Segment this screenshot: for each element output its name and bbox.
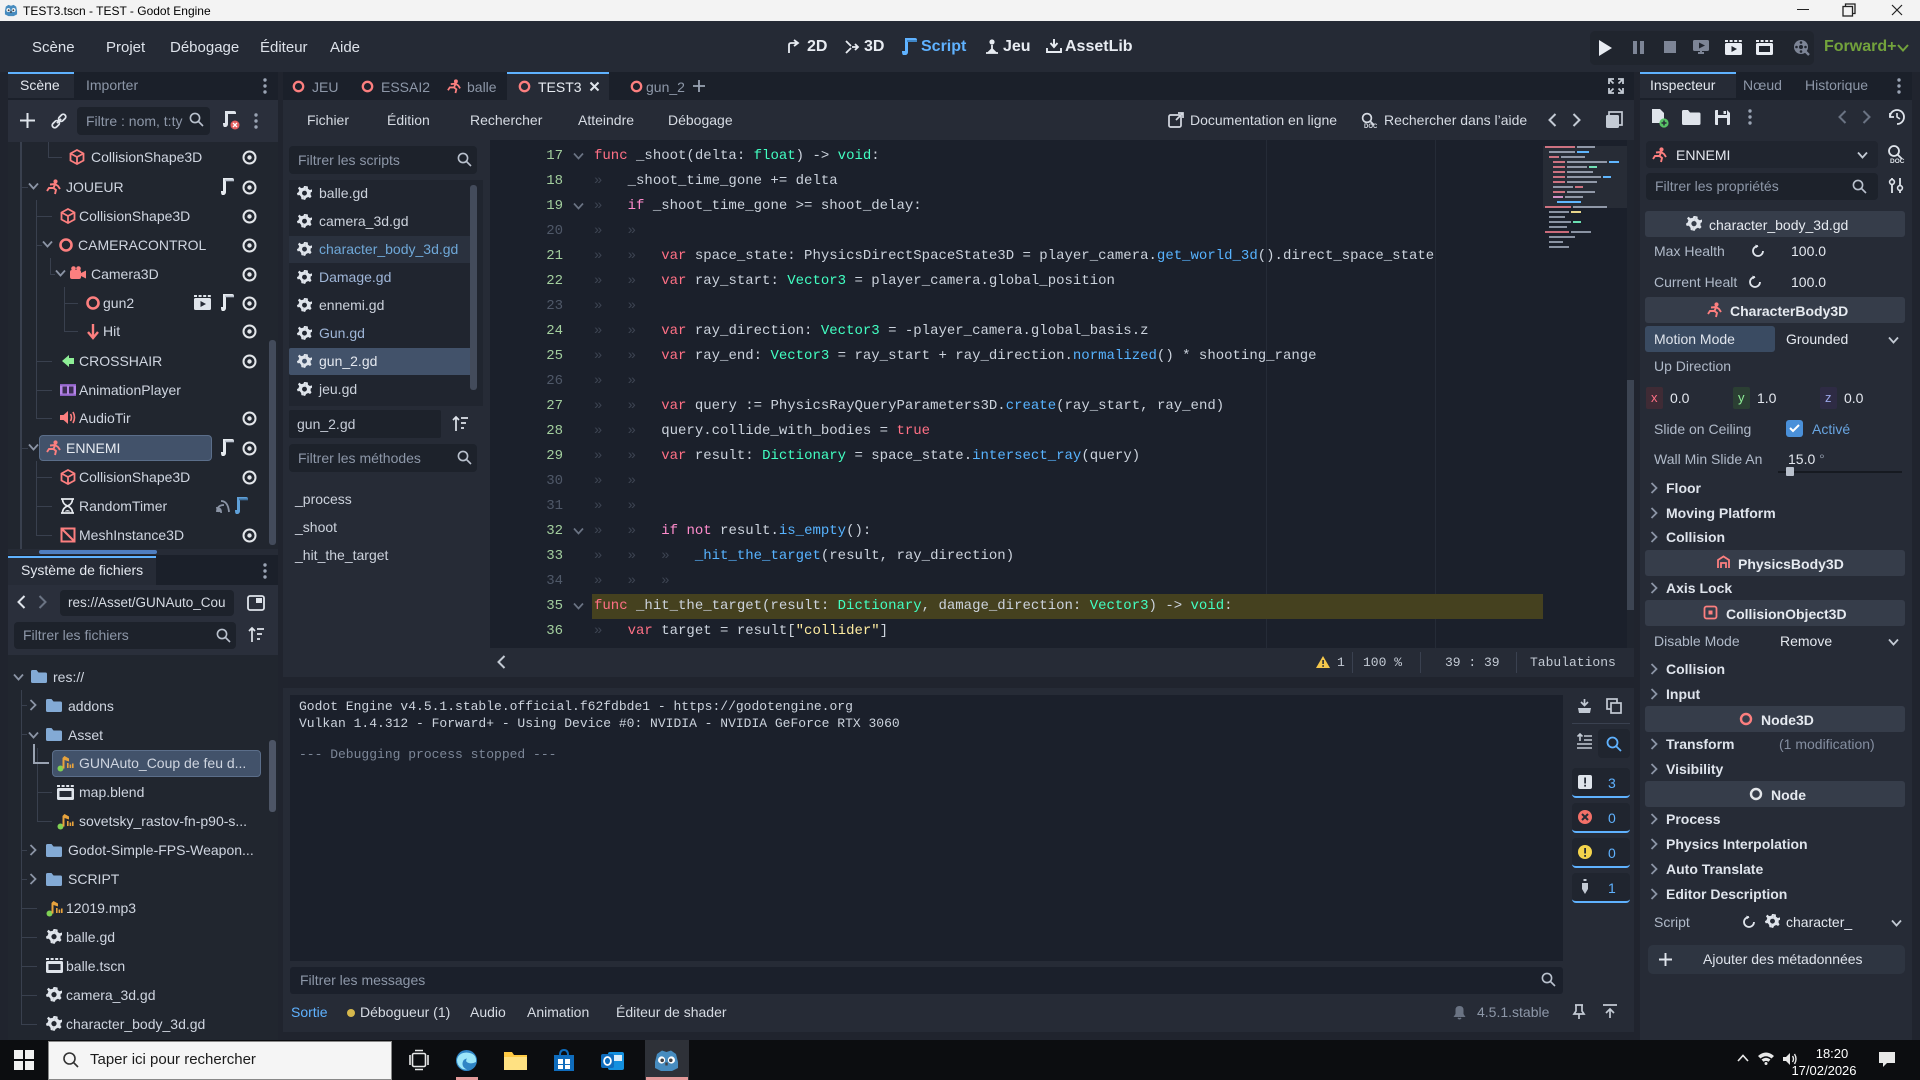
svg-text:DOC: DOC [1364,124,1377,129]
svg-text:DOC: DOC [1890,158,1905,164]
